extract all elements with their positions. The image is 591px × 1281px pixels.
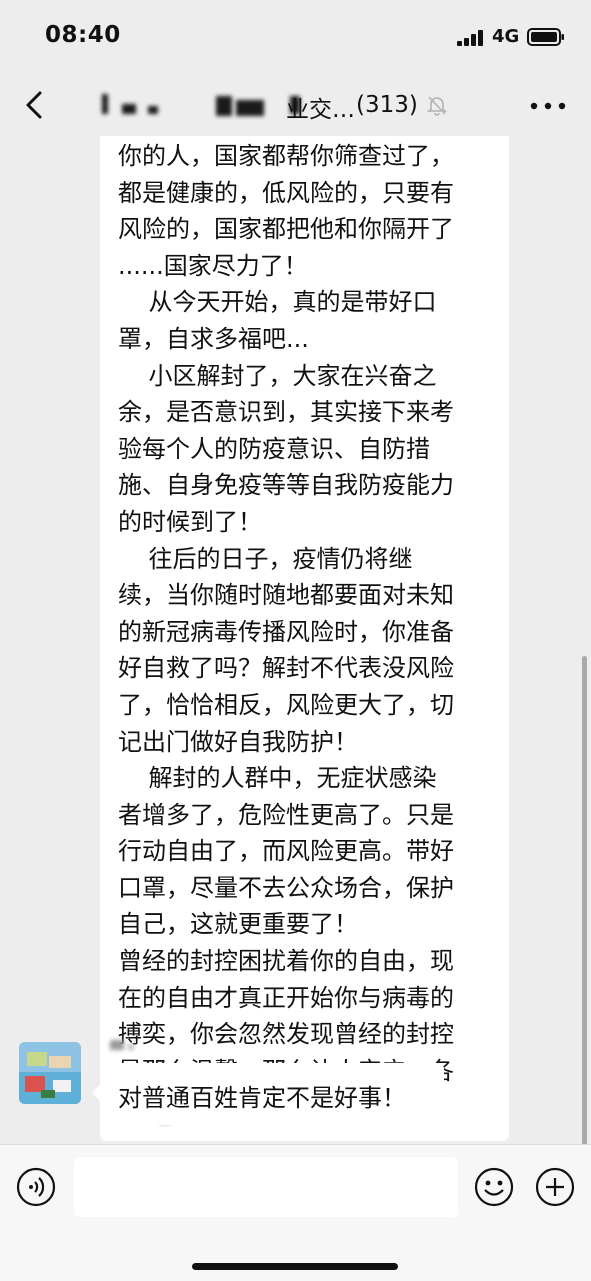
message-text: 你的人，国家都帮你筛查过了， 都是健康的，低风险的，只要有 风险的，国家都把他和你隔… [118,138,496,1126]
signal-icon [457,30,483,46]
message-input[interactable] [74,1157,458,1217]
avatar-image [19,1042,81,1104]
scrollbar[interactable] [582,656,587,1144]
bell-off-icon [426,96,447,116]
member-count: (313) [356,92,418,118]
message-text: 对普通百姓肯定不是好事！ [118,1084,406,1112]
message-line: 者增多了，危险性更高了。只是 [118,800,454,829]
message-line: 罩，自求多福吧... [118,324,309,353]
message-line: 解封的人群中，无症状感染 [118,764,437,793]
chat-title-area[interactable]: 业交… (313) [100,88,448,123]
status-time: 08:40 [45,22,121,48]
plus-icon[interactable] [535,1167,575,1207]
message-line: 了，恰恰相反，风险更大了，切 [118,690,454,719]
message-line: 风险的，国家都把他和你隔开了 [118,215,454,244]
message-bubble[interactable]: 你的人，国家都帮你筛查过了， 都是健康的，低风险的，只要有 风险的，国家都把他和你隔… [100,136,509,1141]
message-line: 记出门做好自我防护！ [118,727,358,756]
message-line: 曾经的封控困扰着你的自由，现 [118,947,454,976]
message-line: 余，是否意识到，其实接下来考 [118,398,454,427]
emoji-icon[interactable] [474,1167,514,1207]
message-bubble[interactable]: 对普通百姓肯定不是好事！ [92,1063,444,1125]
battery-icon [527,28,564,46]
message-list[interactable]: 你的人，国家都帮你筛查过了， 都是健康的，低风险的，只要有 风险的，国家都把他和你隔… [0,136,591,1144]
sender-name-redacted [110,1038,140,1052]
home-indicator [192,1263,398,1270]
message-line: 验每个人的防疫意识、自防措 [118,434,430,463]
more-horizontal-icon[interactable] [528,96,568,116]
voice-icon[interactable] [16,1167,56,1207]
chevron-left-icon[interactable] [18,88,52,122]
status-bar: 08:40 4G [0,0,591,74]
message-line: 从今天开始，真的是带好口 [118,288,437,317]
avatar[interactable] [19,1042,81,1104]
message-line: 续，当你随时随地都要面对未知 [118,581,454,610]
message-line: 往后的日子，疫情仍将继 [118,544,413,573]
message-line: 自己，这就更重要了！ [118,910,358,939]
message-line: ......国家尽力了！ [118,251,308,280]
message-line: 都是健康的，低风险的，只要有 [118,178,454,207]
message-line: 搏奕，你会忽然发现曾经的封控 [118,1020,454,1049]
message-line: 的新冠病毒传播风险时，你准备 [118,617,454,646]
input-bar [0,1144,591,1281]
redacted-title: 业交… [100,90,355,123]
message-line: 小区解封了，大家在兴奋之 [118,361,437,390]
message-line: 你的人，国家都帮你筛查过了， [118,142,454,170]
chat-header: 业交… (313) [0,74,591,136]
message-line: 在的自由才真正开始你与病毒的 [118,983,454,1012]
message-line: 行动自由了，而风险更高。带好 [118,837,454,866]
message-line: 好自救了吗？解封不代表没风险 [118,654,454,683]
message-line: 施、自身免疫等等自我防疫能力 [118,471,454,500]
network-type: 4G [492,26,520,47]
message-line: 的时候到了！ [118,507,262,536]
chat-title: 业交… [286,97,355,123]
message-line: 口罩，尽量不去公众场合，保护 [118,873,454,902]
